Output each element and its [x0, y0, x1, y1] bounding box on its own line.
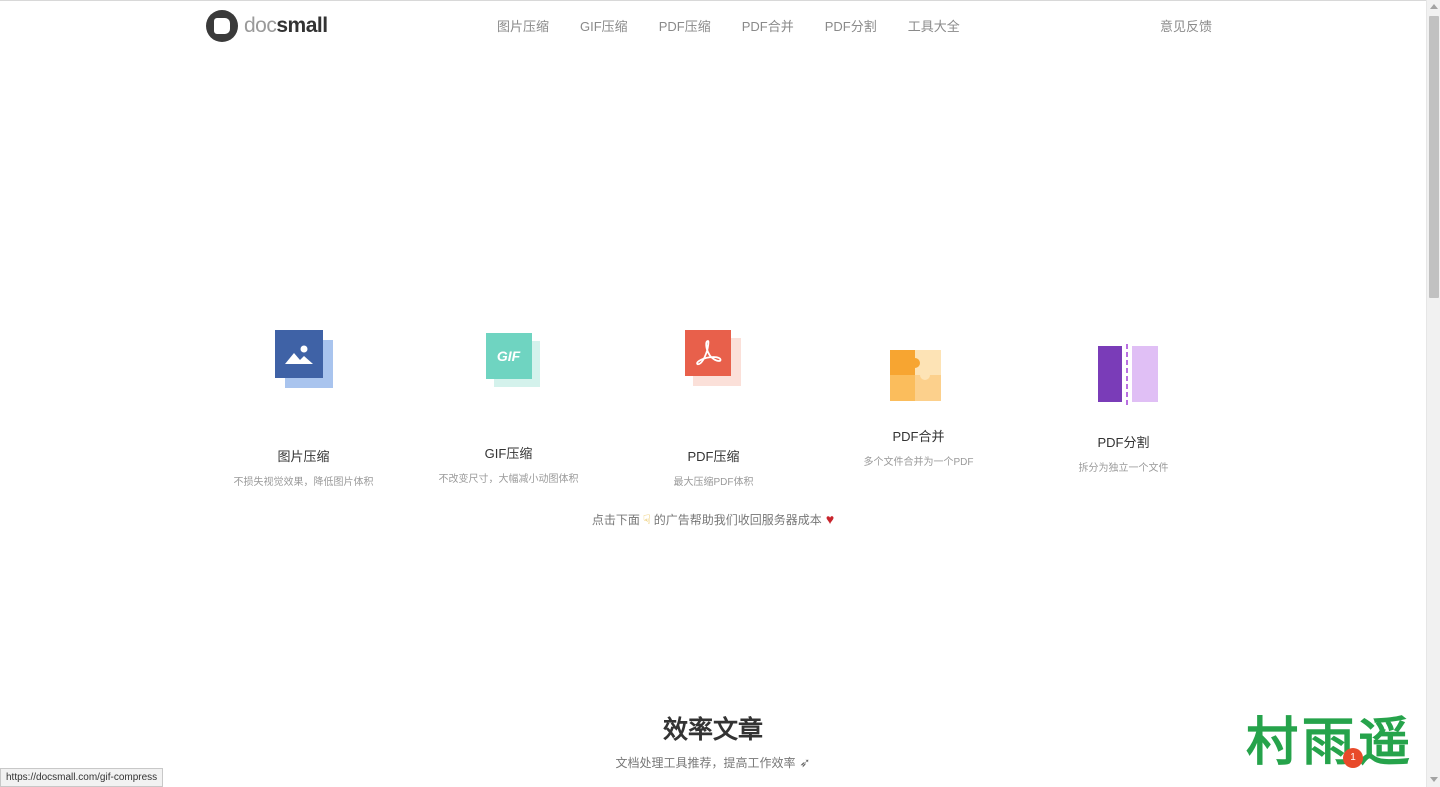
articles-title: 效率文章 — [662, 716, 763, 744]
scroll-up-arrow-icon[interactable] — [1430, 4, 1438, 9]
notification-badge[interactable]: 1 — [1343, 748, 1363, 768]
rocket-icon: ➶ — [799, 755, 811, 770]
nav-pdf-split[interactable]: PDF分割 — [825, 16, 877, 35]
watermark: 村雨遥 — [1246, 712, 1415, 773]
tool-description: 多个文件合并为一个PDF — [863, 457, 974, 468]
tool-description: 拆分为独立一个文件 — [1078, 463, 1169, 474]
logo-icon — [206, 10, 238, 42]
tool-name: PDF分割 — [1097, 435, 1150, 450]
puzzle-icon — [889, 350, 970, 430]
scroll-thumb[interactable] — [1429, 16, 1439, 298]
tool-card-image-compress[interactable]: 图片压缩 不损失视觉效果，降低图片体积 — [201, 330, 406, 488]
split-icon — [1097, 344, 1178, 424]
nav-all-tools[interactable]: 工具大全 — [908, 16, 960, 35]
tool-grid: 图片压缩 不损失视觉效果，降低图片体积 GIF GIF压缩 不改变尺寸，大幅减小… — [201, 330, 1226, 488]
image-icon — [274, 330, 355, 410]
ad-support-message: 点击下面 ☟ 的广告帮助我们收回服务器成本 ♥ — [591, 511, 835, 527]
tool-card-pdf-compress[interactable]: PDF压缩 最大压缩PDF体积 — [611, 330, 816, 488]
tool-description: 不损失视觉效果，降低图片体积 — [233, 477, 374, 488]
tool-name: 图片压缩 — [277, 449, 330, 464]
articles-subtitle: 文档处理工具推荐，提高工作效率 ➶ — [615, 755, 811, 770]
gif-icon: GIF — [485, 333, 566, 413]
site-header: docsmall 图片压缩 GIF压缩 PDF压缩 PDF合并 PDF分割 工具… — [0, 0, 1426, 50]
tool-card-pdf-split[interactable]: PDF分割 拆分为独立一个文件 — [1021, 330, 1226, 488]
tool-description: 最大压缩PDF体积 — [673, 477, 754, 488]
feedback-link[interactable]: 意见反馈 — [1160, 16, 1212, 35]
tool-name: GIF压缩 — [484, 446, 533, 461]
site-logo[interactable]: docsmall — [206, 10, 328, 42]
tool-card-gif-compress[interactable]: GIF GIF压缩 不改变尺寸，大幅减小动图体积 — [406, 330, 611, 488]
pdf-icon — [684, 330, 765, 410]
status-bar-url: https://docsmall.com/gif-compress — [0, 768, 164, 787]
logo-text: docsmall — [244, 14, 328, 37]
tool-card-pdf-merge[interactable]: PDF合并 多个文件合并为一个PDF — [816, 330, 1021, 488]
tool-name: PDF压缩 — [687, 449, 740, 464]
pointing-down-icon: ☟ — [642, 512, 651, 527]
nav-gif-compress[interactable]: GIF压缩 — [580, 16, 628, 35]
nav-image-compress[interactable]: 图片压缩 — [497, 16, 549, 35]
scroll-down-arrow-icon[interactable] — [1430, 777, 1438, 782]
main-nav: 图片压缩 GIF压缩 PDF压缩 PDF合并 PDF分割 工具大全 — [497, 16, 991, 35]
nav-pdf-merge[interactable]: PDF合并 — [742, 16, 794, 35]
heart-icon: ♥ — [825, 511, 835, 527]
tool-description: 不改变尺寸，大幅减小动图体积 — [438, 474, 579, 485]
page-scrollbar[interactable] — [1426, 0, 1440, 787]
nav-pdf-compress[interactable]: PDF压缩 — [659, 16, 711, 35]
